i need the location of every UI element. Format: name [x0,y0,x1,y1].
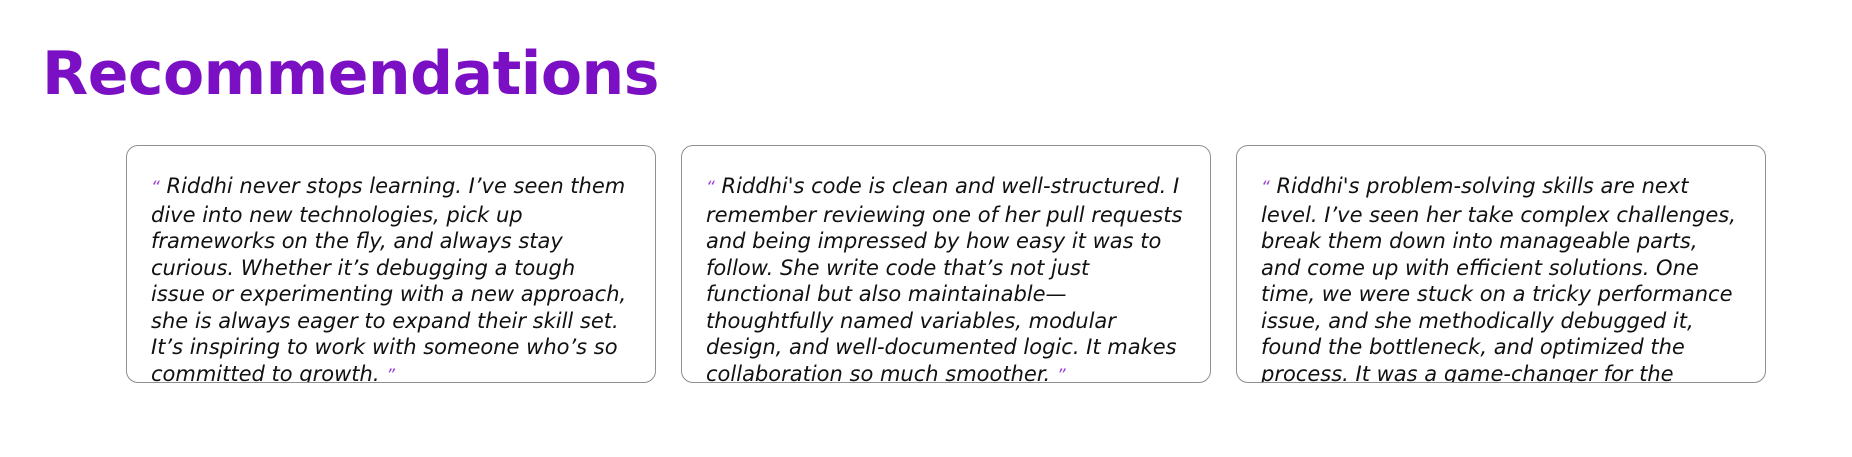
recommendation-card: “ Riddhi's code is clean and well-struct… [681,145,1211,383]
recommendation-card: “ Riddhi's problem-solving skills are ne… [1236,145,1766,383]
recommendation-quote: “ Riddhi's code is clean and well-struct… [706,173,1188,383]
close-quote-icon: ” [1056,365,1066,383]
recommendation-card: “ Riddhi never stops learning. I’ve seen… [126,145,656,383]
recommendation-text: Riddhi's problem-solving skills are next… [1261,174,1736,383]
open-quote-icon: “ [1261,178,1270,198]
recommendation-quote: “ Riddhi's problem-solving skills are ne… [1261,173,1743,383]
recommendation-text: Riddhi's code is clean and well-structur… [706,174,1183,383]
recommendation-quote: “ Riddhi never stops learning. I’ve seen… [151,173,633,383]
open-quote-icon: “ [706,178,715,198]
recommendations-list: “ Riddhi never stops learning. I’ve seen… [126,145,1766,383]
recommendation-text: Riddhi never stops learning. I’ve seen t… [151,174,627,383]
section-title: Recommendations [42,39,659,109]
open-quote-icon: “ [151,178,160,198]
close-quote-icon: ” [386,365,395,383]
